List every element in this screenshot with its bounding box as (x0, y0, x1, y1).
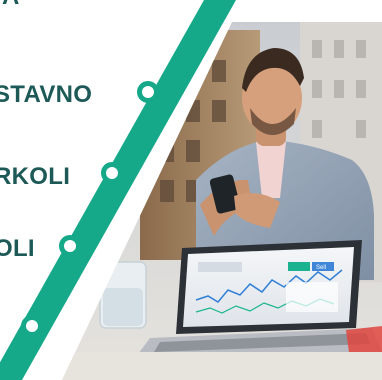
heading-fragment: A (2, 0, 19, 10)
ring-bullet-icon (101, 162, 123, 184)
feature-label-1: STAVNO (0, 81, 92, 108)
ring-bullet-icon (21, 315, 43, 337)
promo-banner: A (0, 0, 382, 380)
feature-label-2: RKOLI (0, 163, 70, 190)
ring-bullet-icon (59, 235, 81, 257)
feature-label-3: OLI (0, 235, 35, 262)
ring-bullet-icon (137, 81, 159, 103)
trading-tab-sell: Sell (316, 265, 326, 271)
